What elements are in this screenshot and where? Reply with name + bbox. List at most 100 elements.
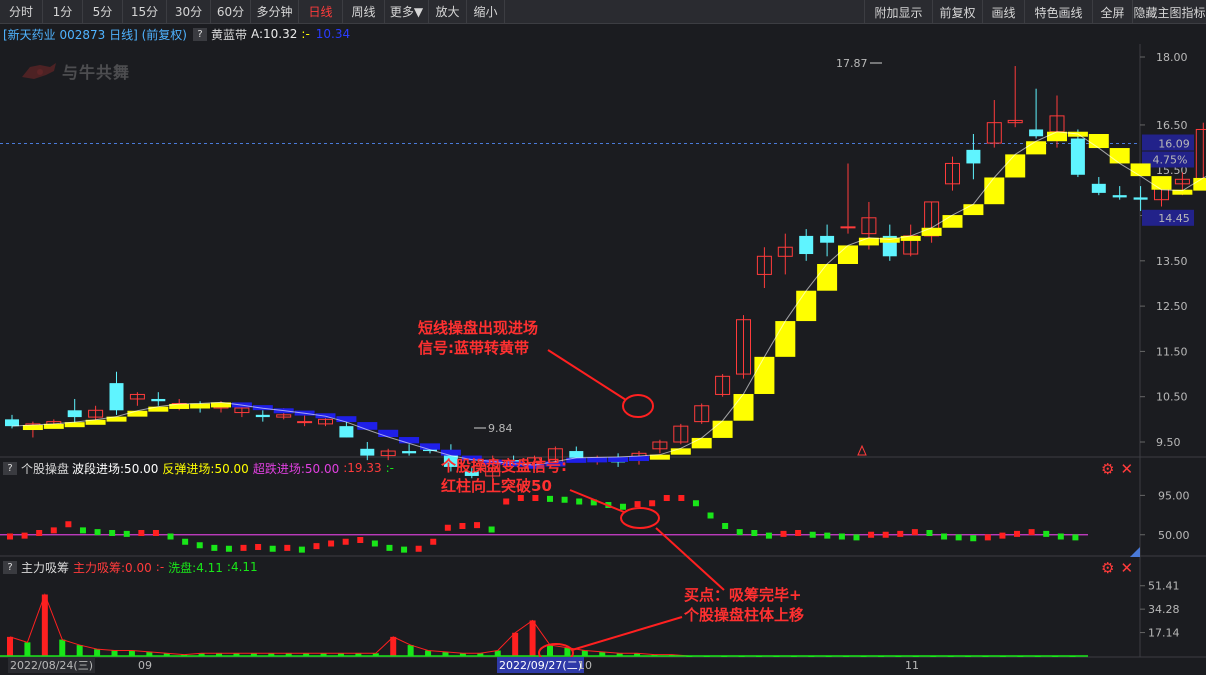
panel2-bar xyxy=(576,498,583,505)
band-segment xyxy=(858,237,879,246)
panel2-bar xyxy=(94,529,101,536)
band-segment xyxy=(1151,176,1172,190)
panel2-bar xyxy=(853,534,860,541)
month-label-10: 10 xyxy=(578,658,592,672)
band-segment xyxy=(420,443,440,450)
panel2-bar xyxy=(298,546,305,553)
annotation-text: 个股操盘变盘信号: xyxy=(441,457,567,475)
panel2-bar xyxy=(926,530,933,536)
current-pct-label: 4.75% xyxy=(1153,154,1188,167)
panel2-bar xyxy=(1072,534,1079,541)
price-tick-label: 18.00 xyxy=(1156,51,1188,64)
panel2-bar xyxy=(824,532,831,539)
band-segment xyxy=(1130,163,1151,177)
panel2-tick-label: 50.00 xyxy=(1158,529,1190,542)
panel2-bar xyxy=(196,542,203,549)
panel2-bar xyxy=(123,530,130,537)
panel2-bar xyxy=(79,527,86,534)
panel2-bar xyxy=(65,521,72,528)
month-label-09: 09 xyxy=(138,658,152,672)
candle-body xyxy=(799,235,814,255)
candle-body xyxy=(966,149,981,164)
stock-chart[interactable]: 18.0016.5015.5014.5013.5012.5011.5010.50… xyxy=(0,0,1206,675)
date-label-start: 2022/08/24(三) xyxy=(8,657,95,673)
panel2-bar xyxy=(1014,530,1021,537)
panel2-bar xyxy=(240,544,247,551)
panel2-bar xyxy=(984,534,991,541)
candle-body xyxy=(360,448,375,456)
band-segment xyxy=(817,263,838,291)
band-segment xyxy=(796,290,817,322)
panel2-bar xyxy=(547,495,553,502)
panel3-bar xyxy=(111,650,118,656)
panel2-bars xyxy=(7,495,1079,553)
panel2-bar xyxy=(1028,529,1035,536)
panel2-bar xyxy=(736,529,743,536)
band-segment xyxy=(754,356,775,394)
panel2-bar xyxy=(225,545,232,552)
panel3-bar xyxy=(24,642,31,656)
panel2-bar xyxy=(430,538,437,545)
price-tick-label: 16.50 xyxy=(1156,119,1188,132)
panel3-bar xyxy=(7,636,13,656)
panel2-bar xyxy=(7,533,13,540)
candle-body xyxy=(151,398,166,402)
candle-body xyxy=(1133,197,1148,200)
band-segment xyxy=(1005,154,1026,178)
gear-icon[interactable]: ⚙ xyxy=(1101,560,1114,576)
candle-body xyxy=(1070,138,1085,175)
panel3-bar xyxy=(59,639,66,656)
band-segment xyxy=(670,448,691,455)
band-segment xyxy=(440,449,461,456)
panel3-tick-label: 51.41 xyxy=(1148,580,1180,593)
candle-body xyxy=(339,426,354,438)
panel2-bar xyxy=(780,530,787,537)
price-tick-label: 10.50 xyxy=(1156,391,1188,404)
panel3-tick-label: 34.28 xyxy=(1148,603,1180,616)
panel3-bar xyxy=(547,645,553,656)
panel2-bar xyxy=(50,527,57,534)
panel3-bar xyxy=(41,594,48,656)
panel2-bar xyxy=(36,530,43,536)
candle-body xyxy=(1029,129,1044,137)
panel2-bar xyxy=(459,523,466,529)
panel2-bar xyxy=(911,529,918,536)
panel2-bar xyxy=(707,512,714,519)
annotation-buy-point: 买点：吸筹完毕+ 个股操盘柱体上移 xyxy=(684,585,804,625)
panel2-bar xyxy=(503,498,510,505)
gear-icon[interactable]: ⚙ xyxy=(1101,461,1114,477)
band-segment xyxy=(1026,141,1047,155)
panel2-bar xyxy=(444,524,451,531)
band-segment xyxy=(336,416,357,423)
panel2-bar xyxy=(809,531,816,538)
close-icon[interactable]: ✕ xyxy=(1120,461,1133,477)
panel2-bar xyxy=(692,500,699,507)
candle-body xyxy=(820,235,835,243)
panel3-bar xyxy=(407,645,414,656)
low-price-label: 9.84 xyxy=(488,422,513,435)
close-icon[interactable]: ✕ xyxy=(1120,560,1133,576)
panel2-bar xyxy=(182,538,189,545)
panel2-bar xyxy=(328,540,335,547)
panel2-bar xyxy=(970,535,977,542)
band-segment xyxy=(148,406,169,412)
annotation-turn-signal: 个股操盘变盘信号: 红柱向上突破50 xyxy=(441,456,567,496)
panel2-tick-label: 95.00 xyxy=(1158,489,1190,502)
panel2-bar xyxy=(897,530,904,537)
panel3-settings: ⚙ ✕ xyxy=(1101,560,1133,576)
annotation-pointer xyxy=(655,527,725,591)
band-segment xyxy=(378,429,399,438)
band-segment xyxy=(691,437,712,449)
band-segment xyxy=(942,215,963,228)
band-segment xyxy=(963,204,984,216)
panel3-bar xyxy=(529,620,536,656)
panel2-bar xyxy=(357,537,364,543)
panel2-bar xyxy=(882,531,889,538)
band-segment xyxy=(127,410,148,417)
panel2-bar xyxy=(722,523,729,529)
panel2-bar xyxy=(386,544,393,551)
band-segment xyxy=(190,403,211,409)
panel2-bar xyxy=(138,530,145,536)
panel2-bar xyxy=(941,533,948,540)
candle-body xyxy=(840,226,856,229)
